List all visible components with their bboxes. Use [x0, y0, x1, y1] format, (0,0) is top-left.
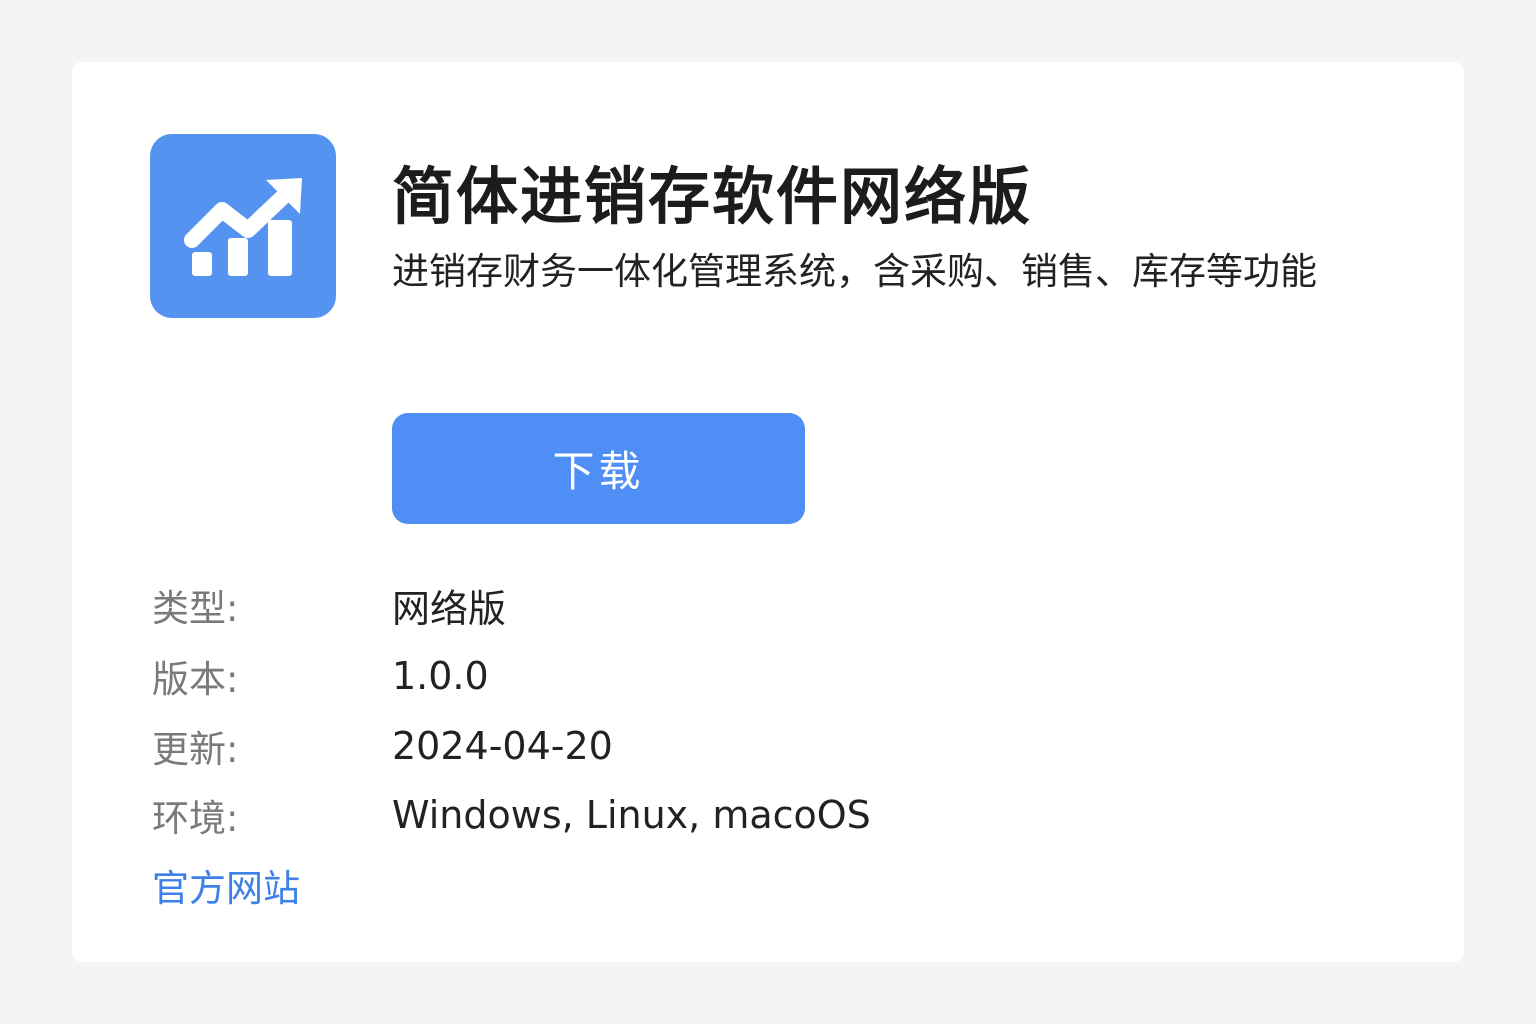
info-row-updated: 更新: 2024-04-20: [152, 716, 613, 776]
info-value: 2024-04-20: [392, 724, 613, 768]
info-row-type: 类型: 网络版: [152, 575, 506, 635]
info-label: 类型:: [152, 587, 239, 630]
app-detail-card: 简体进销存软件网络版 进销存财务一体化管理系统，含采购、销售、库存等功能 下载 …: [72, 62, 1464, 962]
info-label: 更新:: [152, 728, 239, 771]
info-value: Windows, Linux, macoOS: [392, 793, 871, 837]
info-row-version: 版本: 1.0.0: [152, 646, 489, 706]
app-title: 简体进销存软件网络版: [392, 160, 1033, 233]
info-label: 环境:: [152, 797, 239, 840]
app-description: 进销存财务一体化管理系统，含采购、销售、库存等功能: [392, 250, 1317, 293]
info-value: 网络版: [392, 586, 507, 631]
info-value: 1.0.0: [392, 654, 489, 698]
download-button[interactable]: 下载: [392, 413, 805, 524]
info-label: 版本:: [152, 658, 239, 701]
info-row-environment: 环境: Windows, Linux, macoOS: [152, 785, 871, 845]
trending-chart-icon: [150, 134, 336, 318]
official-website-link[interactable]: 官方网站: [152, 858, 300, 912]
